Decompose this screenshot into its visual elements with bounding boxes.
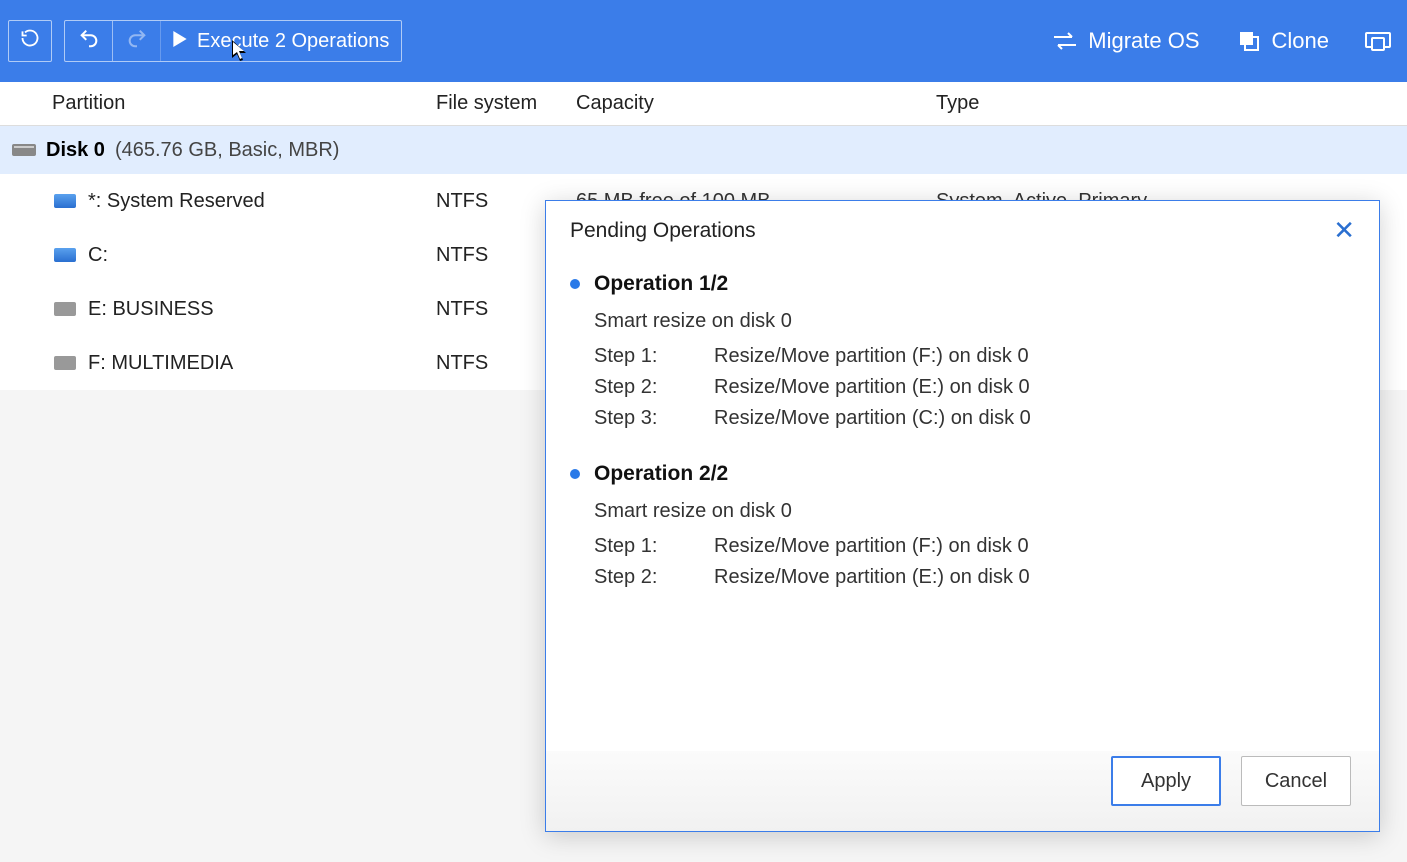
grid-header: Partition File system Capacity Type bbox=[0, 82, 1407, 126]
step-label: Step 1: bbox=[594, 535, 664, 558]
step-label: Step 2: bbox=[594, 376, 664, 399]
disk-row[interactable]: Disk 0 (465.76 GB, Basic, MBR) bbox=[0, 126, 1407, 174]
toolbar-left: Execute 2 Operations bbox=[8, 20, 402, 62]
redo-icon bbox=[126, 27, 148, 55]
operation-title: Operation 2/2 bbox=[594, 462, 728, 486]
bullet-icon bbox=[570, 279, 580, 289]
step-text: Resize/Move partition (E:) on disk 0 bbox=[714, 566, 1030, 589]
operation-step: Step 3: Resize/Move partition (C:) on di… bbox=[594, 407, 1355, 430]
partition-icon bbox=[54, 248, 76, 262]
step-label: Step 1: bbox=[594, 345, 664, 368]
execute-button[interactable]: Execute 2 Operations bbox=[161, 21, 401, 61]
device-icon bbox=[1365, 28, 1391, 54]
operation-step: Step 1: Resize/Move partition (F:) on di… bbox=[594, 345, 1355, 368]
pending-operations-dialog: Pending Operations ✕ Operation 1/2 Smart… bbox=[545, 200, 1380, 832]
clone-button[interactable]: Clone bbox=[1236, 28, 1329, 54]
step-label: Step 2: bbox=[594, 566, 664, 589]
operation-step: Step 1: Resize/Move partition (F:) on di… bbox=[594, 535, 1355, 558]
operation-desc: Smart resize on disk 0 bbox=[594, 310, 1355, 333]
clone-label: Clone bbox=[1272, 28, 1329, 54]
migrate-label: Migrate OS bbox=[1088, 28, 1199, 54]
col-capacity[interactable]: Capacity bbox=[576, 92, 936, 115]
step-text: Resize/Move partition (F:) on disk 0 bbox=[714, 345, 1029, 368]
partition-name: F: MULTIMEDIA bbox=[88, 352, 233, 375]
partition-name: C: bbox=[88, 244, 108, 267]
step-text: Resize/Move partition (E:) on disk 0 bbox=[714, 376, 1030, 399]
partition-name: *: System Reserved bbox=[88, 190, 265, 213]
execute-label: Execute 2 Operations bbox=[197, 30, 389, 53]
disk-icon bbox=[12, 144, 36, 156]
migrate-icon bbox=[1052, 28, 1078, 54]
col-partition[interactable]: Partition bbox=[0, 92, 436, 115]
close-icon[interactable]: ✕ bbox=[1333, 215, 1355, 246]
step-label: Step 3: bbox=[594, 407, 664, 430]
toolbar-right: Migrate OS Clone bbox=[1052, 28, 1399, 54]
apply-button[interactable]: Apply bbox=[1111, 756, 1221, 806]
bullet-icon bbox=[570, 469, 580, 479]
operation-desc: Smart resize on disk 0 bbox=[594, 500, 1355, 523]
operation-head: Operation 1/2 bbox=[570, 272, 1355, 296]
dialog-footer: Apply Cancel bbox=[546, 751, 1379, 831]
step-text: Resize/Move partition (C:) on disk 0 bbox=[714, 407, 1031, 430]
disk-name: Disk 0 bbox=[46, 139, 105, 162]
toolbar: Execute 2 Operations Migrate OS Clone bbox=[0, 0, 1407, 82]
operation-head: Operation 2/2 bbox=[570, 462, 1355, 486]
dialog-title: Pending Operations bbox=[570, 219, 756, 243]
redo-button[interactable] bbox=[113, 21, 161, 61]
refresh-icon bbox=[20, 28, 40, 54]
undo-icon bbox=[78, 27, 100, 55]
dialog-body: Operation 1/2 Smart resize on disk 0 Ste… bbox=[546, 254, 1379, 751]
undo-redo-execute-group: Execute 2 Operations bbox=[64, 20, 402, 62]
operation-block: Operation 2/2 Smart resize on disk 0 Ste… bbox=[570, 462, 1355, 589]
undo-button[interactable] bbox=[65, 21, 113, 61]
operation-step: Step 2: Resize/Move partition (E:) on di… bbox=[594, 566, 1355, 589]
col-filesystem[interactable]: File system bbox=[436, 92, 576, 115]
cancel-button[interactable]: Cancel bbox=[1241, 756, 1351, 806]
partition-icon bbox=[54, 194, 76, 208]
operation-step: Step 2: Resize/Move partition (E:) on di… bbox=[594, 376, 1355, 399]
operation-block: Operation 1/2 Smart resize on disk 0 Ste… bbox=[570, 272, 1355, 430]
migrate-os-button[interactable]: Migrate OS bbox=[1052, 28, 1199, 54]
step-text: Resize/Move partition (F:) on disk 0 bbox=[714, 535, 1029, 558]
dialog-titlebar: Pending Operations ✕ bbox=[546, 201, 1379, 254]
col-type[interactable]: Type bbox=[936, 92, 1407, 115]
clone-icon bbox=[1236, 28, 1262, 54]
operation-title: Operation 1/2 bbox=[594, 272, 728, 296]
partition-name: E: BUSINESS bbox=[88, 298, 214, 321]
disk-meta: (465.76 GB, Basic, MBR) bbox=[115, 139, 340, 162]
play-icon bbox=[173, 30, 187, 53]
partition-icon bbox=[54, 302, 76, 316]
refresh-button[interactable] bbox=[8, 20, 52, 62]
more-button[interactable] bbox=[1365, 28, 1391, 54]
partition-icon bbox=[54, 356, 76, 370]
